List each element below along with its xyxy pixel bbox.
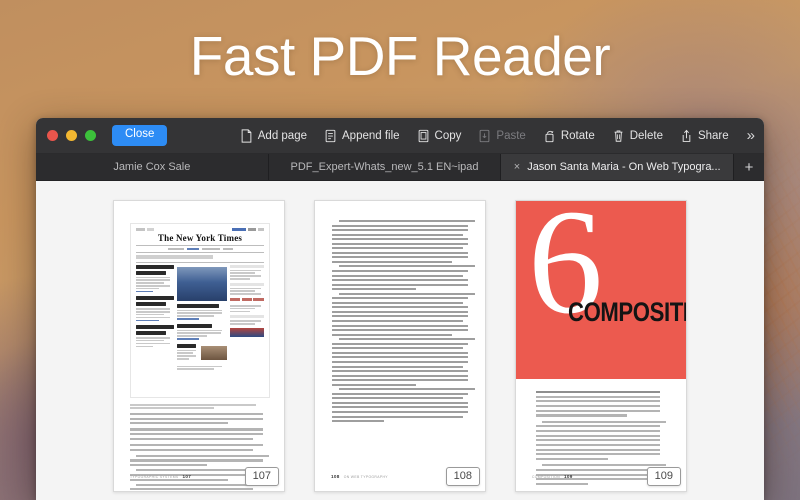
tab-label: Jason Santa Maria - On Web Typogra... [527, 161, 721, 173]
footer-section-label: Typographic Systems [130, 474, 179, 479]
close-button[interactable]: Close [112, 125, 168, 146]
nyt-screenshot: The New York Times [130, 223, 270, 398]
page-canvas[interactable]: The New York Times TYPOGRAPHIC SYSTEMS 1… [113, 200, 285, 492]
nyt-browser-chrome [136, 228, 264, 231]
tab-pdf-expert-whats-new[interactable]: PDF_Expert-Whats_new_5.1 EN~ipad [269, 154, 502, 180]
tab-label: PDF_Expert-Whats_new_5.1 EN~ipad [290, 161, 479, 173]
page-canvas[interactable]: 108 On Web Typography [314, 200, 486, 492]
page-thumbnail-107[interactable]: The New York Times TYPOGRAPHIC SYSTEMS 1… [113, 200, 285, 492]
copy-button[interactable]: Copy [417, 129, 462, 143]
window-controls [47, 130, 96, 141]
footer-section-label: On Web Typography [343, 474, 388, 479]
rotate-button[interactable]: Rotate [543, 129, 595, 143]
append-file-button[interactable]: Append file [324, 129, 400, 143]
nyt-lead-photo [176, 266, 227, 301]
tab-on-web-typography[interactable]: × Jason Santa Maria - On Web Typogra... [501, 154, 735, 180]
paste-button[interactable]: Paste [478, 129, 526, 143]
nyt-masthead: The New York Times [157, 233, 243, 243]
page-number-badge: 109 [646, 466, 681, 486]
page-number-badge: 108 [445, 466, 480, 486]
copy-icon [417, 129, 430, 143]
toolbar-overflow-button[interactable]: » [747, 128, 755, 143]
delete-icon [612, 129, 625, 143]
append-file-icon [324, 129, 337, 143]
minimize-window-button[interactable] [66, 130, 77, 141]
copy-label: Copy [434, 129, 462, 142]
tab-bar: Jamie Cox Sale PDF_Expert-Whats_new_5.1 … [36, 154, 764, 181]
figure-caption [130, 404, 270, 410]
chapter-title: COMPOSITION [568, 297, 686, 327]
append-file-label: Append file [342, 129, 400, 142]
page-thumbnail-108[interactable]: 108 On Web Typography 108 [314, 200, 486, 492]
rotate-icon [543, 129, 556, 143]
toolbar-actions: Add page Append file Copy Paste Rotate D… [240, 128, 729, 143]
page-canvas[interactable]: 6 COMPOSITION Composition 109 [515, 200, 687, 492]
tab-jamie-cox-sale[interactable]: Jamie Cox Sale [36, 154, 269, 180]
page-body-text [332, 220, 475, 425]
nyt-columns [136, 264, 264, 372]
chapter-banner: 6 COMPOSITION [516, 201, 686, 379]
tab-label: Jamie Cox Sale [113, 161, 191, 173]
paste-label: Paste [496, 129, 526, 142]
page-thumbnail-109[interactable]: 6 COMPOSITION Composition 109 109 [515, 200, 687, 492]
rotate-label: Rotate [560, 129, 595, 142]
add-page-button[interactable]: Add page [240, 128, 307, 143]
footer-section-label: Composition [532, 474, 560, 479]
share-label: Share [697, 129, 729, 142]
add-page-label: Add page [257, 129, 307, 142]
toolbar: Close Add page Append file Copy Paste Ro… [36, 118, 764, 154]
footer-page-number: 108 [331, 474, 340, 479]
share-icon [680, 129, 693, 143]
paste-icon [478, 129, 491, 143]
page-number-badge: 107 [244, 466, 279, 486]
page-title: Fast PDF Reader [189, 25, 611, 87]
new-tab-button[interactable]: + [734, 154, 764, 180]
footer-page-number: 109 [563, 474, 573, 479]
app-window: Close Add page Append file Copy Paste Ro… [36, 118, 764, 500]
delete-button[interactable]: Delete [612, 129, 663, 143]
close-window-button[interactable] [47, 130, 58, 141]
tab-close-icon[interactable]: × [514, 161, 520, 173]
share-button[interactable]: Share [680, 129, 729, 143]
delete-label: Delete [629, 129, 663, 142]
footer-page-number: 107 [182, 474, 192, 479]
page-thumbnail-area: The New York Times TYPOGRAPHIC SYSTEMS 1… [36, 181, 764, 500]
zoom-window-button[interactable] [85, 130, 96, 141]
add-page-icon [240, 128, 253, 143]
